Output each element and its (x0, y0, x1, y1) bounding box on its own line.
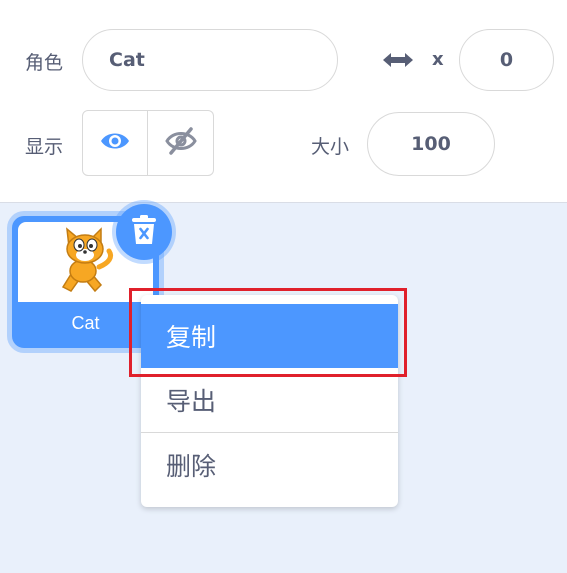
x-position-value: 0 (499, 49, 514, 71)
context-menu: 复制 导出 删除 (141, 295, 398, 507)
x-position-icon (381, 49, 415, 75)
sprite-name-label: 角色 (25, 52, 64, 74)
menu-item-duplicate-label: 复制 (166, 323, 217, 352)
eye-hidden-icon (164, 127, 197, 159)
sprite-name-value: Cat (109, 49, 145, 71)
show-sprite-button[interactable] (82, 110, 148, 176)
delete-sprite-button[interactable] (116, 204, 172, 260)
menu-item-duplicate[interactable]: 复制 (141, 304, 398, 368)
x-label: x (432, 49, 444, 70)
sprite-name-input[interactable]: Cat (82, 29, 338, 91)
menu-item-delete[interactable]: 删除 (141, 433, 398, 497)
sprite-tile-name: Cat (71, 313, 100, 333)
sprite-info-panel: 角色 Cat x 0 显示 大小 100 (0, 0, 567, 203)
cat-sprite-icon (61, 227, 113, 293)
eye-icon (100, 131, 130, 155)
show-label: 显示 (25, 136, 64, 158)
menu-item-export[interactable]: 导出 (141, 368, 398, 432)
hide-sprite-button[interactable] (148, 110, 214, 176)
size-label: 大小 (311, 136, 350, 158)
size-value: 100 (411, 133, 451, 155)
size-input[interactable]: 100 (367, 112, 495, 176)
trash-icon (131, 214, 157, 250)
x-position-input[interactable]: 0 (459, 29, 554, 91)
menu-item-delete-label: 删除 (166, 452, 217, 481)
menu-item-export-label: 导出 (166, 387, 217, 416)
